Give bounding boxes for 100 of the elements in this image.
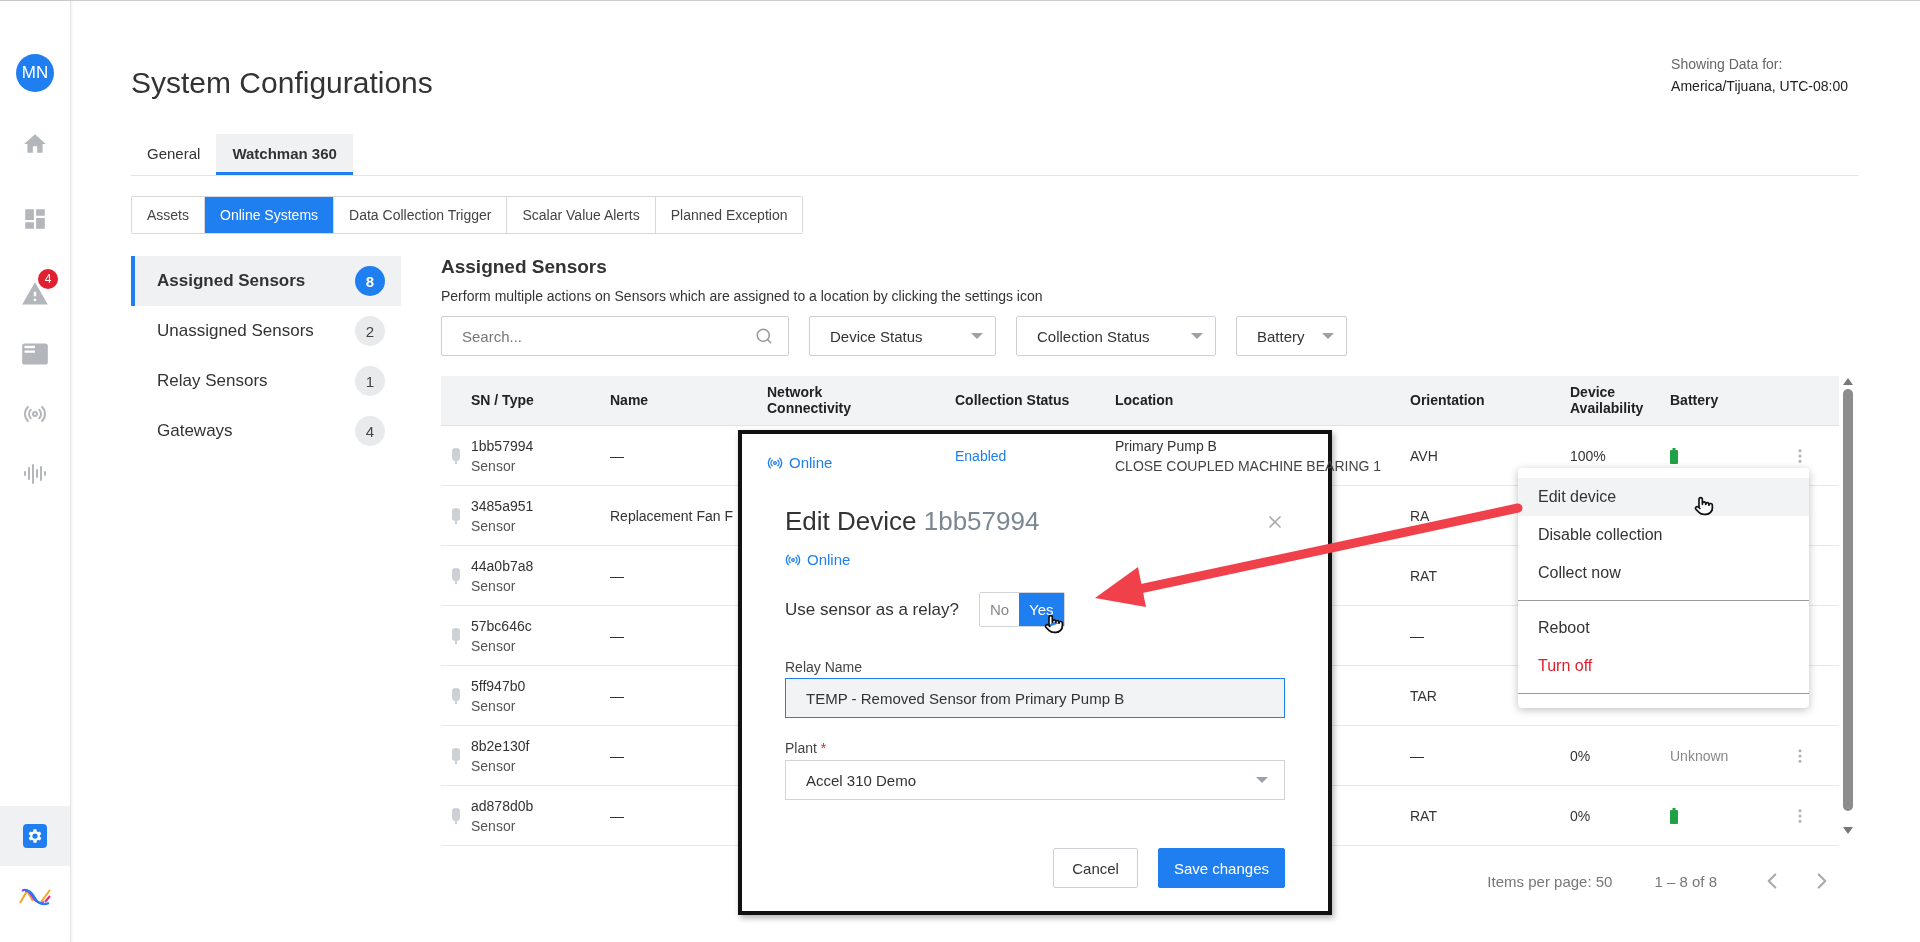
- orientation: RAT: [1410, 807, 1437, 824]
- section-description: Perform multiple actions on Sensors which are assigned to a location by clicking the settings icon: [441, 288, 1044, 304]
- device-name: —: [610, 627, 624, 644]
- cancel-button[interactable]: Cancel: [1053, 848, 1138, 888]
- device-name: —: [610, 747, 624, 764]
- filter-dropdown[interactable]: Device Status: [809, 316, 996, 356]
- location-name: Primary Pump B: [1115, 437, 1218, 454]
- orientation: RA: [1410, 507, 1430, 524]
- field-label: Plant *: [785, 740, 828, 756]
- column-header: Location: [1115, 392, 1174, 409]
- side-nav-item[interactable]: Unassigned Sensors 2: [131, 306, 401, 356]
- relay-name-field[interactable]: TEMP - Removed Sensor from Primary Pump B: [785, 678, 1285, 718]
- side-nav-item[interactable]: Assigned Sensors 8: [131, 256, 401, 306]
- scroll-down-icon[interactable]: [1843, 827, 1853, 834]
- side-nav-label: Relay Sensors: [157, 371, 268, 391]
- orientation: RAT: [1410, 567, 1437, 584]
- menu-item[interactable]: Edit device: [1518, 478, 1809, 516]
- hand-cursor-icon: [1694, 496, 1714, 516]
- sensor-icon: [451, 627, 461, 644]
- subtab[interactable]: Online Systems: [204, 197, 334, 233]
- subtab[interactable]: Planned Exception: [654, 197, 803, 233]
- availability: 0%: [1570, 807, 1591, 824]
- orientation: AVH: [1410, 447, 1438, 464]
- column-header: Network Connectivity: [767, 385, 852, 416]
- side-nav-label: Unassigned Sensors: [157, 321, 314, 341]
- column-header: Collection Status: [955, 392, 1070, 409]
- sensor-icon: [451, 447, 461, 464]
- menu-item[interactable]: Disable collection: [1518, 516, 1809, 554]
- device-name: —: [610, 687, 624, 704]
- device-type: Sensor: [471, 637, 517, 654]
- toggle-option[interactable]: Yes: [1019, 593, 1064, 626]
- count-badge: 2: [355, 316, 385, 346]
- serial-number: 57bc646c: [471, 617, 532, 634]
- battery-status: Unknown: [1670, 747, 1729, 764]
- relay-question: Use sensor as a relay?: [785, 599, 959, 620]
- side-nav-label: Gateways: [157, 421, 233, 441]
- device-status: Online: [807, 551, 851, 568]
- rail-item-highlight[interactable]: [0, 806, 70, 866]
- settings-icon[interactable]: [23, 824, 47, 848]
- availability: 100%: [1570, 447, 1606, 464]
- device-type: Sensor: [471, 457, 517, 474]
- timezone-label: Showing Data for:: [1671, 56, 1784, 72]
- collection-status[interactable]: Enabled: [955, 447, 1007, 464]
- device-type: Sensor: [471, 817, 517, 834]
- scroll-up-icon[interactable]: [1843, 378, 1853, 385]
- network-status: Online: [789, 454, 833, 471]
- caret-icon: [1322, 333, 1334, 339]
- serial-number: 3485a951: [471, 497, 534, 514]
- user-avatar[interactable]: MN: [16, 54, 54, 92]
- availability: 0%: [1570, 747, 1591, 764]
- caret-icon: [971, 333, 983, 339]
- hand-cursor-icon: [1044, 614, 1064, 634]
- plant-select[interactable]: Accel 310 Demo: [785, 760, 1285, 800]
- device-name: —: [610, 567, 624, 584]
- side-nav-item[interactable]: Relay Sensors 1: [131, 356, 401, 406]
- page-title: System Configurations: [131, 66, 433, 100]
- device-name: —: [610, 447, 624, 464]
- column-header: Orientation: [1410, 392, 1485, 409]
- column-header: Device Availability: [1570, 385, 1645, 416]
- menu-item[interactable]: Collect now: [1518, 554, 1809, 592]
- serial-number: 5ff947b0: [471, 677, 526, 694]
- menu-item[interactable]: Turn off: [1518, 647, 1809, 685]
- column-header: Name: [610, 392, 649, 409]
- waveform-icon[interactable]: [23, 462, 47, 486]
- device-type: Sensor: [471, 517, 517, 534]
- logo-icon[interactable]: [19, 888, 51, 906]
- orientation: TAR: [1410, 687, 1437, 704]
- side-nav-item[interactable]: Gateways 4: [131, 406, 401, 456]
- search-field[interactable]: Search...: [441, 316, 789, 356]
- serial-number: 44a0b7a8: [471, 557, 534, 574]
- menu-item[interactable]: Reboot: [1518, 609, 1809, 647]
- serial-number: 8b2e130f: [471, 737, 530, 754]
- sensor-icon: [451, 747, 461, 764]
- page-range: 1 – 8 of 8: [1654, 872, 1717, 890]
- field-label: Relay Name: [785, 659, 864, 675]
- search-icon: [755, 327, 773, 345]
- column-header: Battery: [1670, 392, 1719, 409]
- count-badge: 4: [355, 416, 385, 446]
- sensor-icon: [451, 507, 461, 524]
- filter-dropdown[interactable]: Battery: [1236, 316, 1347, 356]
- device-type: Sensor: [471, 577, 517, 594]
- tab[interactable]: General: [131, 134, 217, 175]
- tab[interactable]: Watchman 360: [216, 134, 353, 175]
- dialog-title: Edit Device 1bb57994: [785, 506, 1040, 537]
- dashboard-icon[interactable]: [22, 206, 48, 232]
- caret-icon: [1256, 777, 1268, 783]
- side-nav-label: Assigned Sensors: [157, 271, 306, 291]
- orientation: —: [1410, 627, 1424, 644]
- save-button[interactable]: Save changes: [1157, 848, 1285, 888]
- column-header: SN / Type: [471, 392, 534, 409]
- device-name: Replacement Fan F: [610, 507, 733, 524]
- filter-dropdown[interactable]: Collection Status: [1016, 316, 1216, 356]
- sensor-icon: [451, 807, 461, 824]
- scrollbar-thumb[interactable]: [1843, 389, 1853, 811]
- sensor-icon: [451, 567, 461, 584]
- items-per-page[interactable]: Items per page: 50: [1487, 872, 1613, 890]
- serial-number: ad878d0b: [471, 797, 534, 814]
- device-name: —: [610, 807, 624, 824]
- sensor-icon: [451, 687, 461, 704]
- count-badge: 1: [355, 366, 385, 396]
